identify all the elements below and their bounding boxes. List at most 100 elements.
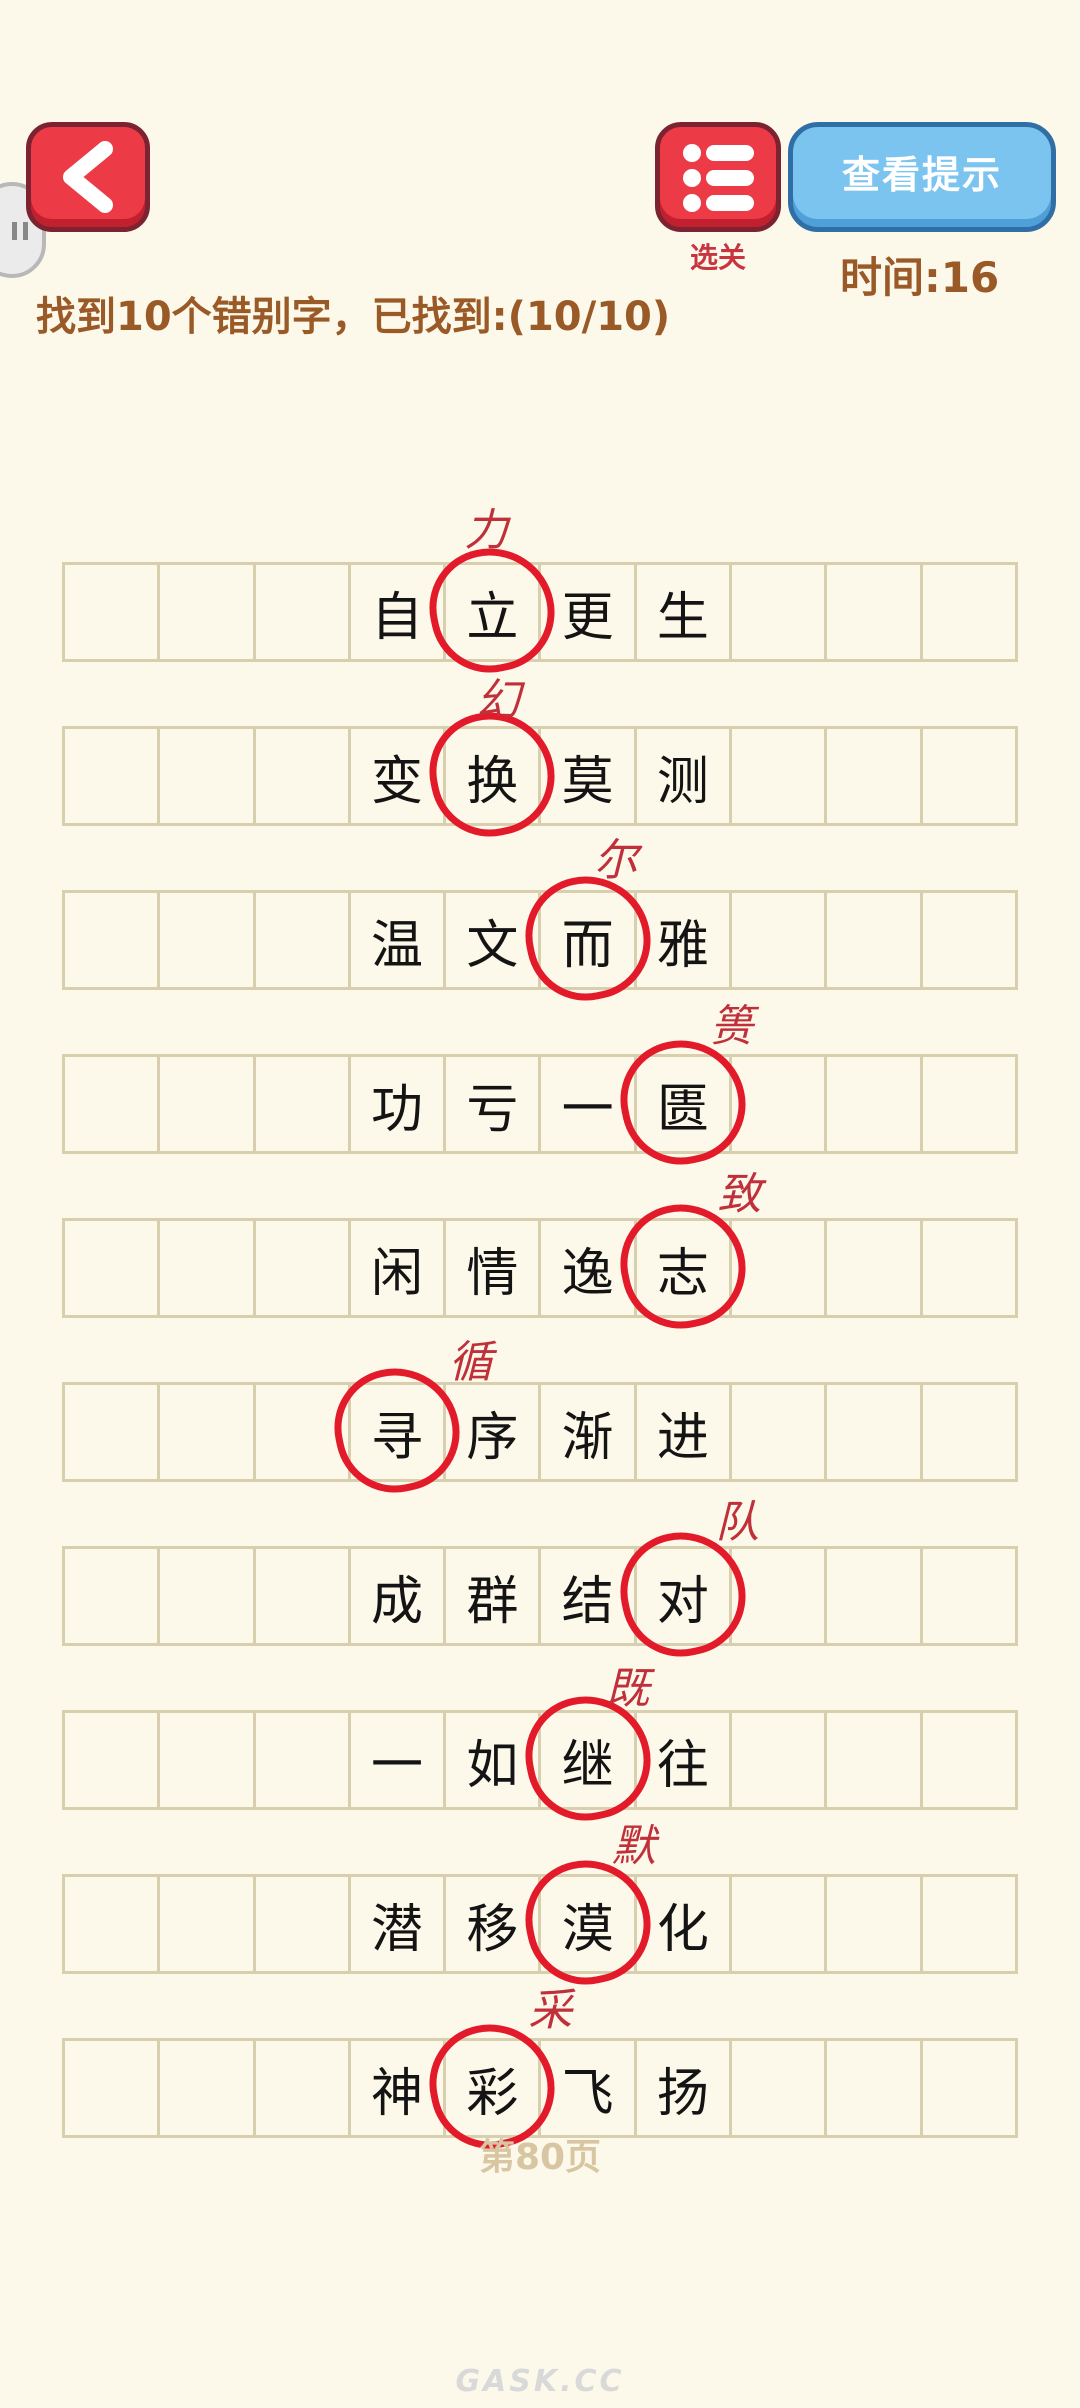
char-cell[interactable] (160, 1713, 256, 1807)
char-cell[interactable] (923, 565, 1015, 659)
char-cell[interactable]: 亏 (446, 1057, 542, 1151)
correction-text: 尔 (593, 835, 638, 886)
level-select-label: 选关 (689, 241, 746, 274)
char-cell[interactable] (160, 1385, 256, 1479)
idiom-row: 闲情逸志 (62, 1218, 1018, 1318)
correction-text: 既 (605, 1663, 650, 1714)
view-hint-button[interactable]: 查看提示 (788, 122, 1056, 232)
char-cell[interactable] (827, 1221, 923, 1315)
char-cell[interactable]: 功 (351, 1057, 447, 1151)
correction-text: 幻 (476, 675, 521, 726)
char-cell[interactable] (65, 1057, 161, 1151)
char-cell[interactable] (827, 893, 923, 987)
char-cell[interactable]: 飞 (541, 2041, 637, 2135)
char-cell[interactable] (827, 1549, 923, 1643)
char-cell[interactable]: 扬 (637, 2041, 733, 2135)
char-cell[interactable] (65, 1877, 161, 1971)
char-cell[interactable] (732, 565, 828, 659)
char-cell[interactable] (65, 1221, 161, 1315)
char-cell[interactable]: 化 (637, 1877, 733, 1971)
char-cell[interactable] (160, 893, 256, 987)
char-cell[interactable]: 序 (446, 1385, 542, 1479)
char-cell[interactable] (160, 729, 256, 823)
char-cell[interactable]: 成 (351, 1549, 447, 1643)
char-cell[interactable] (65, 893, 161, 987)
char-cell[interactable] (65, 1549, 161, 1643)
char-cell[interactable] (827, 1713, 923, 1807)
back-button[interactable] (26, 122, 150, 232)
char-cell[interactable] (256, 729, 351, 823)
level-select-button[interactable] (655, 122, 781, 232)
char-cell[interactable] (256, 2041, 351, 2135)
timer-text: 时间:16 (840, 253, 1000, 302)
char-cell[interactable] (923, 729, 1015, 823)
char-cell[interactable] (732, 1713, 828, 1807)
correction-text: 默 (611, 1821, 656, 1872)
char-cell[interactable] (732, 1549, 828, 1643)
char-cell[interactable] (732, 1057, 828, 1151)
correction-text: 循 (448, 1337, 493, 1388)
char-cell[interactable] (65, 1385, 161, 1479)
char-cell[interactable] (923, 1713, 1015, 1807)
char-cell[interactable]: 一 (351, 1713, 447, 1807)
char-cell[interactable] (923, 1221, 1015, 1315)
char-cell[interactable]: 更 (541, 565, 637, 659)
char-cell[interactable] (827, 729, 923, 823)
idiom-row: 功亏一匮 (62, 1054, 1018, 1154)
char-cell[interactable] (732, 729, 828, 823)
char-cell[interactable] (923, 893, 1015, 987)
char-cell[interactable]: 渐 (541, 1385, 637, 1479)
char-cell[interactable]: 测 (637, 729, 733, 823)
watermark: GASK.CC (455, 2364, 625, 2399)
char-cell[interactable]: 雅 (637, 893, 733, 987)
char-cell[interactable] (923, 1057, 1015, 1151)
char-cell[interactable] (65, 729, 161, 823)
char-cell[interactable]: 闲 (351, 1221, 447, 1315)
char-cell[interactable] (827, 565, 923, 659)
char-cell[interactable]: 群 (446, 1549, 542, 1643)
char-cell[interactable] (256, 1221, 351, 1315)
char-cell[interactable] (732, 2041, 828, 2135)
char-cell[interactable] (65, 1713, 161, 1807)
correction-text: 篑 (709, 1001, 754, 1052)
char-cell[interactable] (160, 1221, 256, 1315)
char-cell[interactable] (732, 1221, 828, 1315)
char-cell[interactable] (65, 2041, 161, 2135)
char-cell[interactable] (256, 1713, 351, 1807)
char-cell[interactable] (256, 1549, 351, 1643)
char-cell[interactable] (827, 1385, 923, 1479)
char-cell[interactable]: 温 (351, 893, 447, 987)
correction-text: 采 (528, 1985, 573, 2036)
char-cell[interactable]: 情 (446, 1221, 542, 1315)
char-cell[interactable] (923, 1877, 1015, 1971)
char-cell[interactable] (160, 1057, 256, 1151)
char-cell[interactable] (732, 893, 828, 987)
char-cell[interactable] (923, 1385, 1015, 1479)
char-cell[interactable] (256, 565, 351, 659)
correction-text: 致 (717, 1169, 762, 1220)
char-cell[interactable] (732, 1877, 828, 1971)
char-cell[interactable] (732, 1385, 828, 1479)
char-cell[interactable] (256, 1057, 351, 1151)
idiom-row: 成群结对 (62, 1546, 1018, 1646)
char-cell[interactable] (160, 1877, 256, 1971)
pause-icon (12, 222, 28, 240)
char-cell[interactable] (160, 565, 256, 659)
char-cell[interactable] (827, 1877, 923, 1971)
char-cell[interactable]: 莫 (541, 729, 637, 823)
list-icon (683, 144, 754, 212)
char-cell[interactable]: 往 (637, 1713, 733, 1807)
char-cell[interactable]: 潜 (351, 1877, 447, 1971)
char-cell[interactable] (256, 893, 351, 987)
char-cell[interactable] (827, 1057, 923, 1151)
char-cell[interactable]: 生 (637, 565, 733, 659)
char-cell[interactable] (65, 565, 161, 659)
char-cell[interactable]: 进 (637, 1385, 733, 1479)
char-cell[interactable] (923, 1549, 1015, 1643)
page-number: 第80页 (478, 2137, 602, 2178)
char-cell[interactable] (256, 1877, 351, 1971)
char-cell[interactable] (827, 2041, 923, 2135)
char-cell[interactable] (160, 2041, 256, 2135)
char-cell[interactable] (160, 1549, 256, 1643)
char-cell[interactable] (923, 2041, 1015, 2135)
